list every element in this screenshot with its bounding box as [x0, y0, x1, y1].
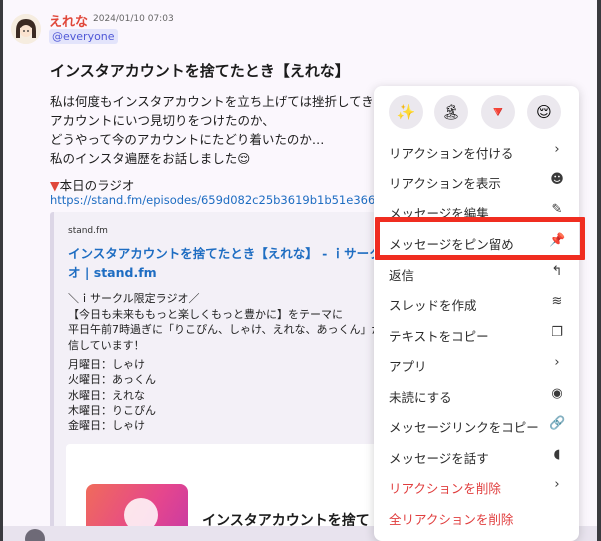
message-body-line: アカウントにいつ見切りをつけたのか、 — [50, 113, 275, 128]
menu-remove-all-reactions[interactable]: 全リアクションを削除 — [374, 502, 579, 532]
message-body: 私は何度もインスタアカウントを立ち上げては挫折してき アカウントにいつ見切りをつ… — [50, 92, 374, 168]
embed-desc-line: 信しています！ — [68, 338, 145, 352]
menu-copy-message-link[interactable]: メッセージリンクをコピー 🔗 — [374, 410, 579, 440]
episode-link[interactable]: https://stand.fm/episodes/659d082c25b361… — [50, 193, 375, 207]
radio-label: 本日のラジオ — [59, 178, 135, 193]
menu-mark-unread[interactable]: 未読にする ◉ — [374, 380, 579, 410]
triangle-down-icon: ▼ — [50, 178, 60, 193]
reaction-sparkles-button[interactable]: ✨ — [389, 95, 423, 129]
embed-title-line[interactable]: オ | stand.fm — [68, 263, 408, 282]
copy-icon: ❐ — [551, 325, 563, 340]
mention-everyone[interactable]: @everyone — [49, 29, 118, 44]
menu-copy-text[interactable]: テキストをコピー ❐ — [374, 319, 579, 349]
reaction-island-button[interactable]: 🏝 — [434, 95, 468, 129]
chevron-right-icon: › — [554, 477, 560, 492]
reply-icon: ↰ — [551, 264, 563, 279]
menu-remove-reaction[interactable]: リアクションを削除 › — [374, 471, 579, 501]
embed-title[interactable]: インスタアカウントを捨てたとき【えれな】 - ｉサーク オ | stand.fm — [68, 244, 408, 282]
chevron-right-icon: › — [554, 355, 560, 370]
menu-speak-message[interactable]: メッセージを話す ◖ — [374, 441, 579, 471]
message-timestamp: 2024/01/10 07:03 — [93, 14, 174, 24]
embed-description: ＼ｉサークル限定ラジオ／ 【今日も未来ももっと楽しくもっと豊かに】をテーマに 平… — [68, 291, 382, 353]
menu-item-label: テキストをコピー — [389, 329, 489, 344]
menu-item-label: メッセージリンクをコピー — [389, 420, 539, 435]
avatar[interactable] — [11, 14, 41, 44]
message-author[interactable]: えれな — [49, 11, 88, 30]
menu-apps[interactable]: アプリ › — [374, 349, 579, 379]
schedule-line: 水曜日：えれな — [68, 388, 145, 402]
message-title: インスタアカウントを捨てたとき【えれな】 — [50, 62, 350, 80]
speaker-icon: ◖ — [553, 447, 561, 462]
menu-item-label: リアクションを付ける — [389, 146, 514, 161]
embed-site-name: stand.fm — [68, 226, 108, 236]
pencil-icon: ✎ — [551, 202, 563, 217]
unread-icon: ◉ — [551, 386, 563, 401]
menu-add-reaction[interactable]: リアクションを付ける › — [374, 136, 579, 166]
reaction-relieved-face-button[interactable]: 😌 — [527, 95, 561, 129]
menu-view-reactions[interactable]: リアクションを表示 ☻ — [374, 166, 579, 196]
schedule-line: 木曜日：りこぴん — [68, 403, 156, 417]
embed-schedule: 月曜日：しゃけ 火曜日：あっくん 水曜日：えれな 木曜日：りこぴん 金曜日：しゃ… — [68, 357, 156, 433]
menu-item-label: メッセージを話す — [389, 451, 489, 466]
menu-item-label: リアクションを表示 — [389, 176, 501, 191]
menu-item-label: 返信 — [389, 268, 415, 283]
link-icon: 🔗 — [549, 416, 566, 431]
menu-create-thread[interactable]: スレッドを作成 ≋ — [374, 288, 579, 318]
chevron-right-icon: › — [554, 142, 560, 157]
pin-highlight-annotation — [375, 217, 585, 260]
quick-reactions: ✨ 🏝 🔻 😌 — [374, 86, 579, 136]
reaction-red-triangle-button[interactable]: 🔻 — [481, 95, 515, 129]
menu-item-label: 未読にする — [389, 390, 452, 405]
radio-heading: ▼本日のラジオ — [50, 175, 134, 194]
message-context-menu: ✨ 🏝 🔻 😌 リアクションを付ける › リアクションを表示 ☻ メッセージを編… — [374, 86, 579, 541]
thread-icon: ≋ — [551, 294, 563, 309]
schedule-line: 金曜日：しゃけ — [68, 419, 145, 433]
embed-desc-line: 平日午前7時過ぎに「りこぴん、しゃけ、えれな、あっくん」が — [68, 323, 383, 336]
menu-item-label: リアクションを削除 — [389, 481, 501, 496]
link-embed: stand.fm インスタアカウントを捨てたとき【えれな】 - ｉサーク オ |… — [50, 212, 410, 541]
message-body-line: 私のインスタ遍歴をお話しました😌 — [50, 151, 251, 166]
embed-desc-line: ＼ｉサークル限定ラジオ／ — [68, 292, 200, 305]
message-body-line: どうやって今のアカウントにたどり着いたのか… — [50, 132, 325, 147]
app-window: えれな 2024/01/10 07:03 @everyone インスタアカウント… — [0, 0, 601, 541]
avatar-illustration — [11, 14, 41, 44]
add-attachment-button[interactable] — [25, 529, 45, 541]
menu-item-label: スレッドを作成 — [389, 298, 477, 313]
menu-item-label: アプリ — [389, 359, 427, 374]
menu-item-label: 全リアクションを削除 — [389, 512, 514, 527]
menu-reply[interactable]: 返信 ↰ — [374, 258, 579, 288]
schedule-line: 火曜日：あっくん — [68, 373, 156, 387]
embed-desc-line: 【今日も未来ももっと楽しくもっと豊かに】をテーマに — [68, 307, 343, 321]
schedule-line: 月曜日：しゃけ — [68, 358, 145, 371]
smile-icon: ☻ — [550, 172, 564, 187]
embed-title-line[interactable]: インスタアカウントを捨てたとき【えれな】 - ｉサーク — [68, 244, 408, 263]
message-body-line: 私は何度もインスタアカウントを立ち上げては挫折してき — [50, 94, 374, 109]
